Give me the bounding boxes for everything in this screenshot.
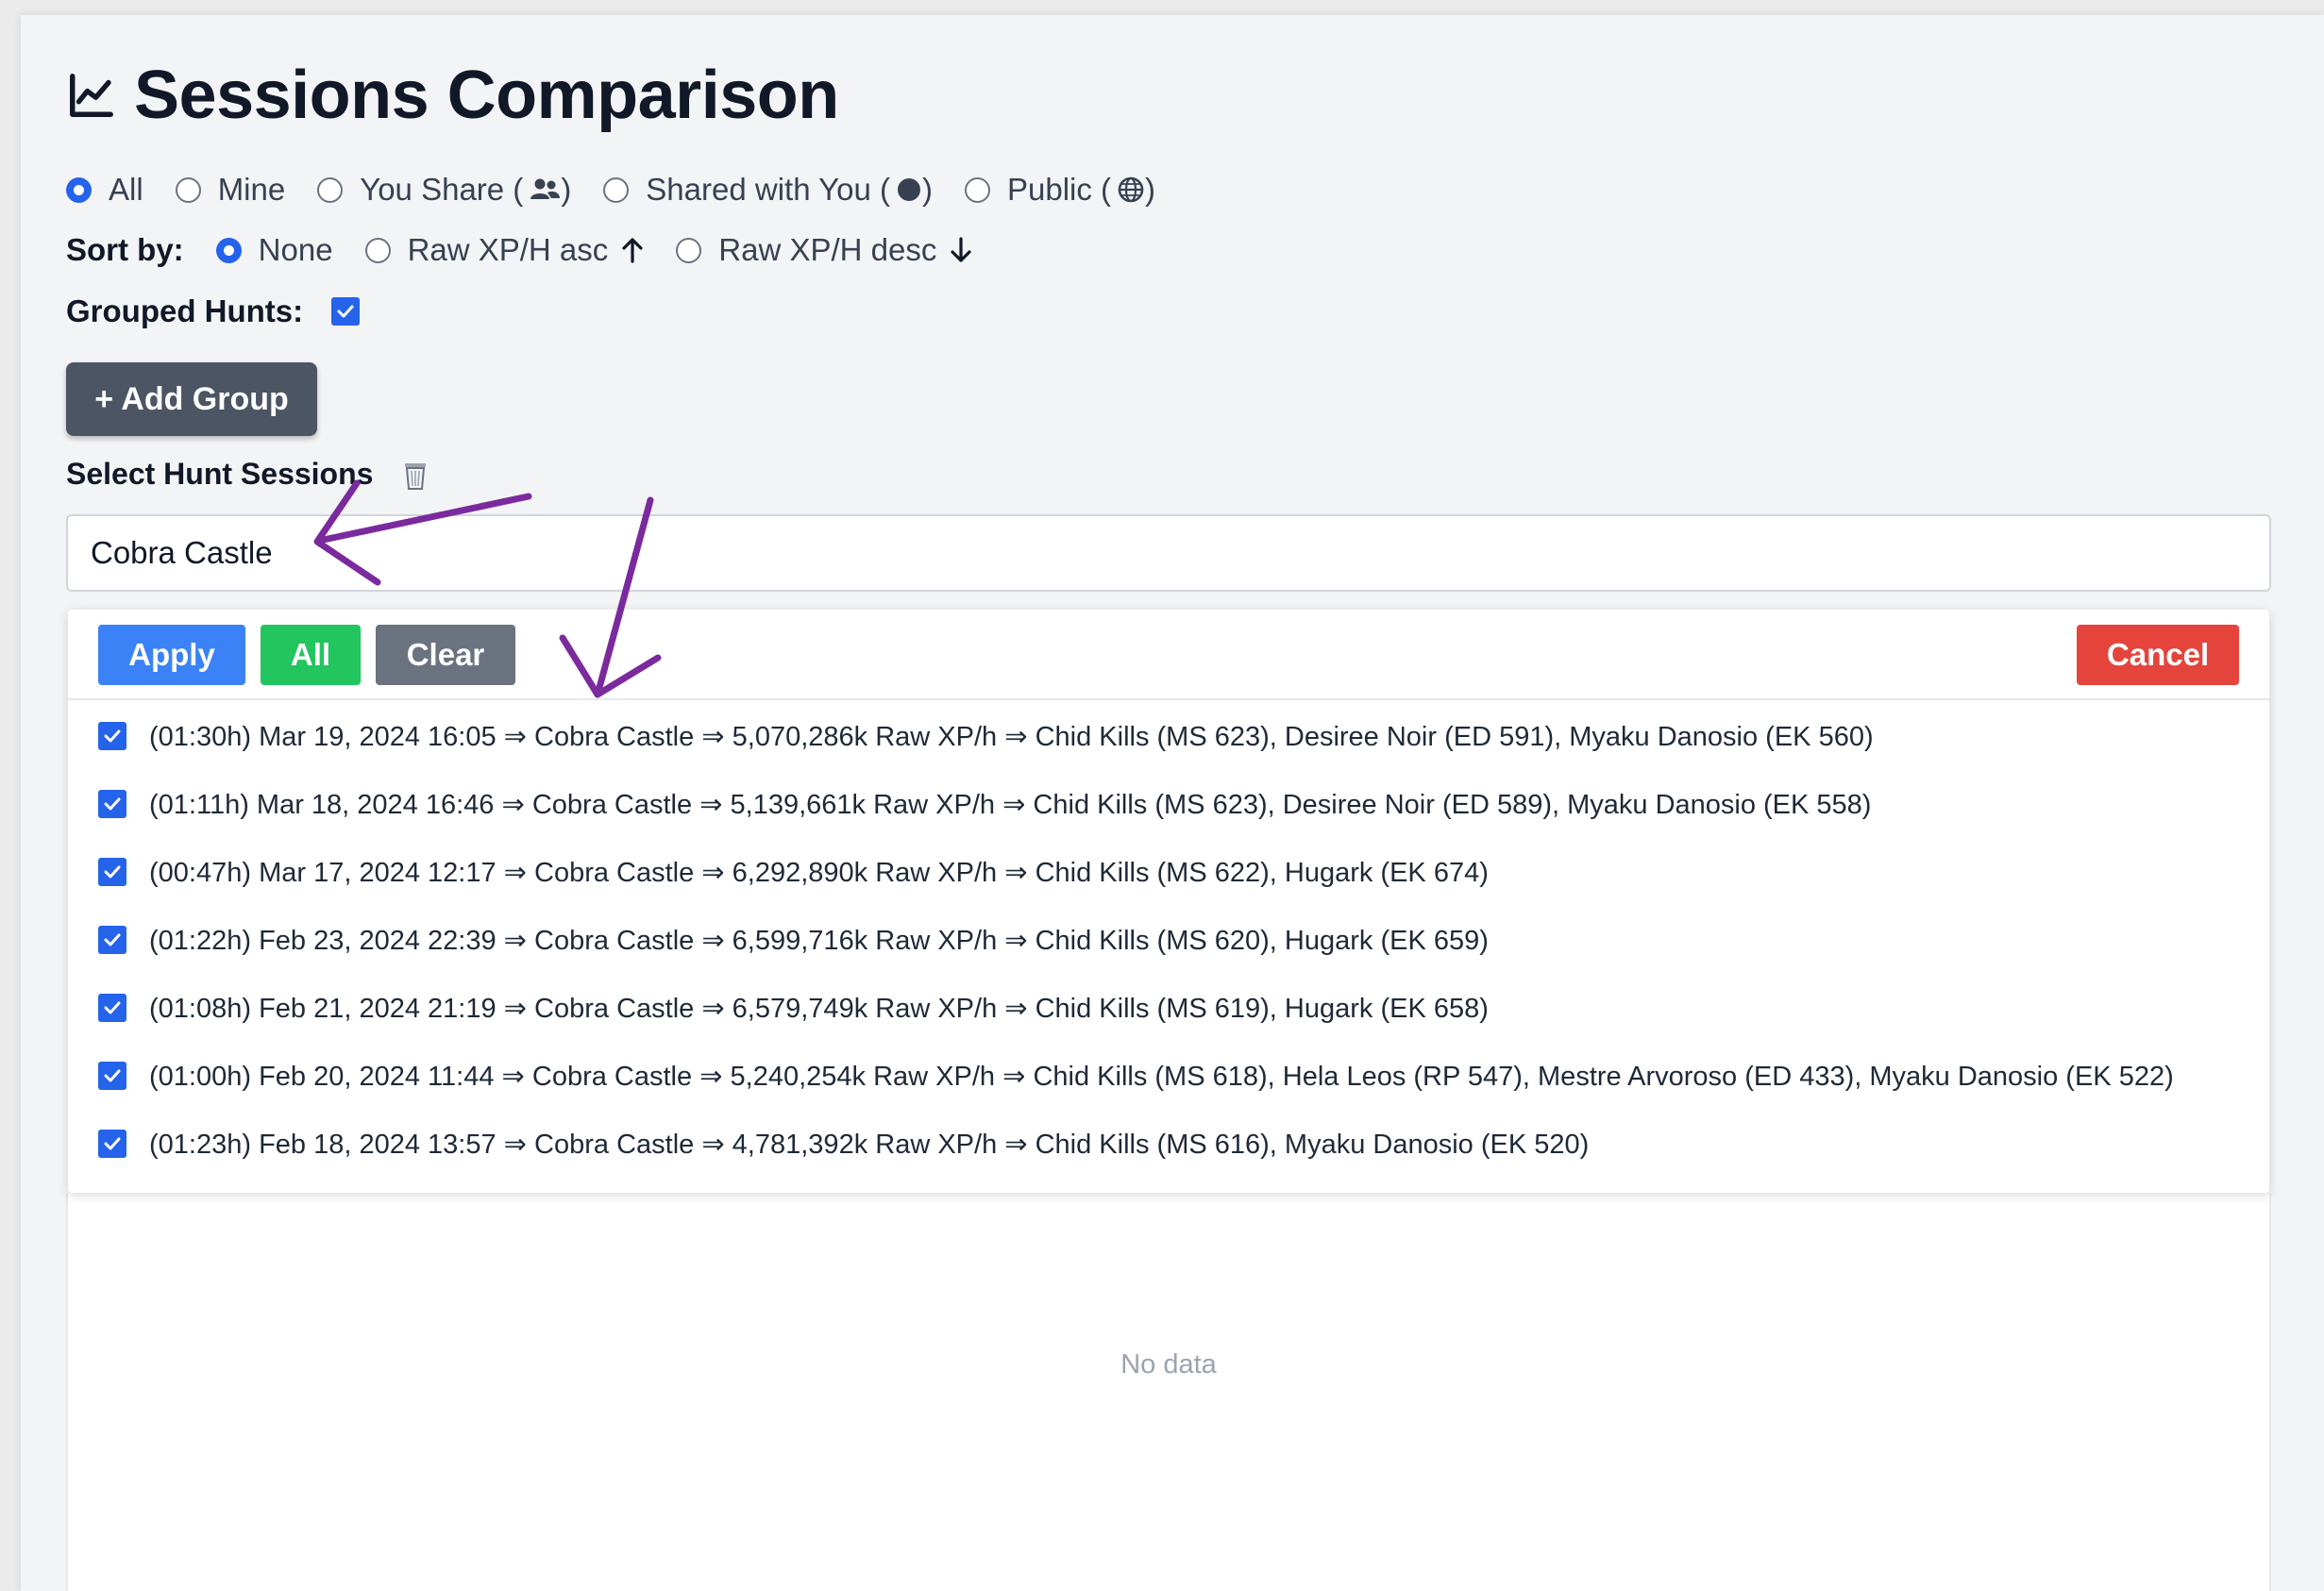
filter-option-label: Shared with You ( — [646, 172, 890, 207]
session-checkbox[interactable] — [98, 1062, 126, 1090]
session-option-label: (01:08h) Feb 21, 2024 21:19 ⇒ Cobra Cast… — [149, 993, 1489, 1024]
session-option[interactable]: (01:30h) Mar 19, 2024 16:05 ⇒ Cobra Cast… — [98, 714, 1874, 758]
dropdown-toolbar: Apply All Clear Cancel — [68, 610, 2269, 700]
grouped-hunts-row: Grouped Hunts: — [66, 293, 361, 329]
filled-circle-icon — [896, 176, 922, 203]
session-dropdown: Apply All Clear Cancel (01:30h) Mar 19, … — [68, 610, 2269, 1193]
filter-option-label: You Share ( — [360, 172, 524, 207]
session-checkbox[interactable] — [98, 994, 126, 1022]
grouped-hunts-label: Grouped Hunts: — [66, 293, 304, 328]
apply-button[interactable]: Apply — [98, 625, 245, 685]
page-header: Sessions Comparison — [66, 57, 839, 134]
session-option-label: (01:11h) Mar 18, 2024 16:46 ⇒ Cobra Cast… — [149, 789, 1872, 820]
select-sessions-label: Select Hunt Sessions — [66, 457, 374, 491]
filter-option-label: Public ( — [1006, 172, 1112, 207]
radio-button[interactable] — [603, 176, 630, 203]
session-checkbox[interactable] — [98, 1130, 126, 1158]
clear-button[interactable]: Clear — [376, 625, 515, 685]
filter-option-public[interactable]: Public ( ) — [964, 172, 1156, 208]
session-option[interactable]: (01:11h) Mar 18, 2024 16:46 ⇒ Cobra Cast… — [98, 782, 1871, 826]
session-option-label: (01:23h) Feb 18, 2024 13:57 ⇒ Cobra Cast… — [149, 1129, 1590, 1160]
grouped-hunts-checkbox[interactable] — [331, 297, 361, 326]
users-icon — [529, 176, 561, 203]
page-title: Sessions Comparison — [134, 58, 839, 133]
filter-radio-group: All Mine You Share ( ) Shared with You (… — [66, 172, 1187, 208]
radio-button[interactable] — [317, 176, 344, 203]
line-chart-icon — [70, 74, 113, 117]
filter-option-mine[interactable]: Mine — [175, 172, 286, 208]
select-sessions-header: Select Hunt Sessions — [66, 457, 429, 492]
sort-option-label: Raw XP/H asc — [407, 232, 609, 267]
arrow-up-icon — [621, 236, 644, 264]
radio-button[interactable] — [676, 237, 702, 263]
filter-option-suffix: ) — [921, 172, 933, 207]
cancel-button[interactable]: Cancel — [2077, 625, 2239, 685]
radio-button[interactable] — [215, 237, 242, 263]
filter-option-label: Mine — [217, 172, 286, 207]
trash-icon[interactable] — [401, 459, 429, 491]
sort-option-label: None — [258, 232, 333, 267]
session-option-label: (00:47h) Mar 17, 2024 12:17 ⇒ Cobra Cast… — [149, 857, 1489, 888]
session-checkbox[interactable] — [98, 858, 126, 886]
filter-option-suffix: ) — [561, 172, 572, 207]
chart-area: No data — [66, 1193, 2271, 1591]
sort-option-none[interactable]: None — [215, 232, 333, 268]
sort-label: Sort by: — [66, 232, 184, 267]
session-checkbox[interactable] — [98, 790, 126, 818]
radio-button[interactable] — [66, 176, 92, 203]
radio-button[interactable] — [364, 237, 391, 263]
session-checkbox[interactable] — [98, 722, 126, 750]
session-option-label: (01:00h) Feb 20, 2024 11:44 ⇒ Cobra Cast… — [149, 1061, 2174, 1092]
session-option-label: (01:30h) Mar 19, 2024 16:05 ⇒ Cobra Cast… — [149, 721, 1874, 752]
radio-button[interactable] — [964, 176, 990, 203]
hunt-session-search-input[interactable] — [66, 514, 2271, 592]
session-option[interactable]: (01:23h) Feb 18, 2024 13:57 ⇒ Cobra Cast… — [98, 1122, 1589, 1165]
session-option[interactable]: (01:00h) Feb 20, 2024 11:44 ⇒ Cobra Cast… — [98, 1054, 2174, 1097]
sort-option-desc[interactable]: Raw XP/H desc — [676, 232, 972, 268]
sort-radio-group: Sort by: None Raw XP/H asc Raw XP/H desc — [66, 232, 1004, 268]
sort-option-asc[interactable]: Raw XP/H asc — [364, 232, 645, 268]
session-checkbox[interactable] — [98, 926, 126, 954]
session-option-label: (01:22h) Feb 23, 2024 22:39 ⇒ Cobra Cast… — [149, 925, 1489, 956]
session-option[interactable]: (01:22h) Feb 23, 2024 22:39 ⇒ Cobra Cast… — [98, 918, 1489, 962]
globe-icon — [1117, 176, 1145, 204]
add-group-button[interactable]: + Add Group — [66, 362, 317, 436]
session-option[interactable]: (00:47h) Mar 17, 2024 12:17 ⇒ Cobra Cast… — [98, 850, 1489, 894]
filter-option-suffix: ) — [1145, 172, 1156, 207]
filter-option-all[interactable]: All — [66, 172, 143, 208]
session-option[interactable]: (01:08h) Feb 21, 2024 21:19 ⇒ Cobra Cast… — [98, 986, 1489, 1030]
filter-option-you-share[interactable]: You Share ( ) — [317, 172, 571, 208]
radio-button[interactable] — [175, 176, 201, 203]
filter-option-shared-with-you[interactable]: Shared with You ( ) — [603, 172, 933, 208]
select-all-button[interactable]: All — [261, 625, 361, 685]
filter-option-label: All — [109, 172, 143, 207]
arrow-down-icon — [950, 236, 972, 264]
sort-option-label: Raw XP/H desc — [718, 232, 937, 267]
no-data-text: No data — [1120, 1349, 1217, 1380]
